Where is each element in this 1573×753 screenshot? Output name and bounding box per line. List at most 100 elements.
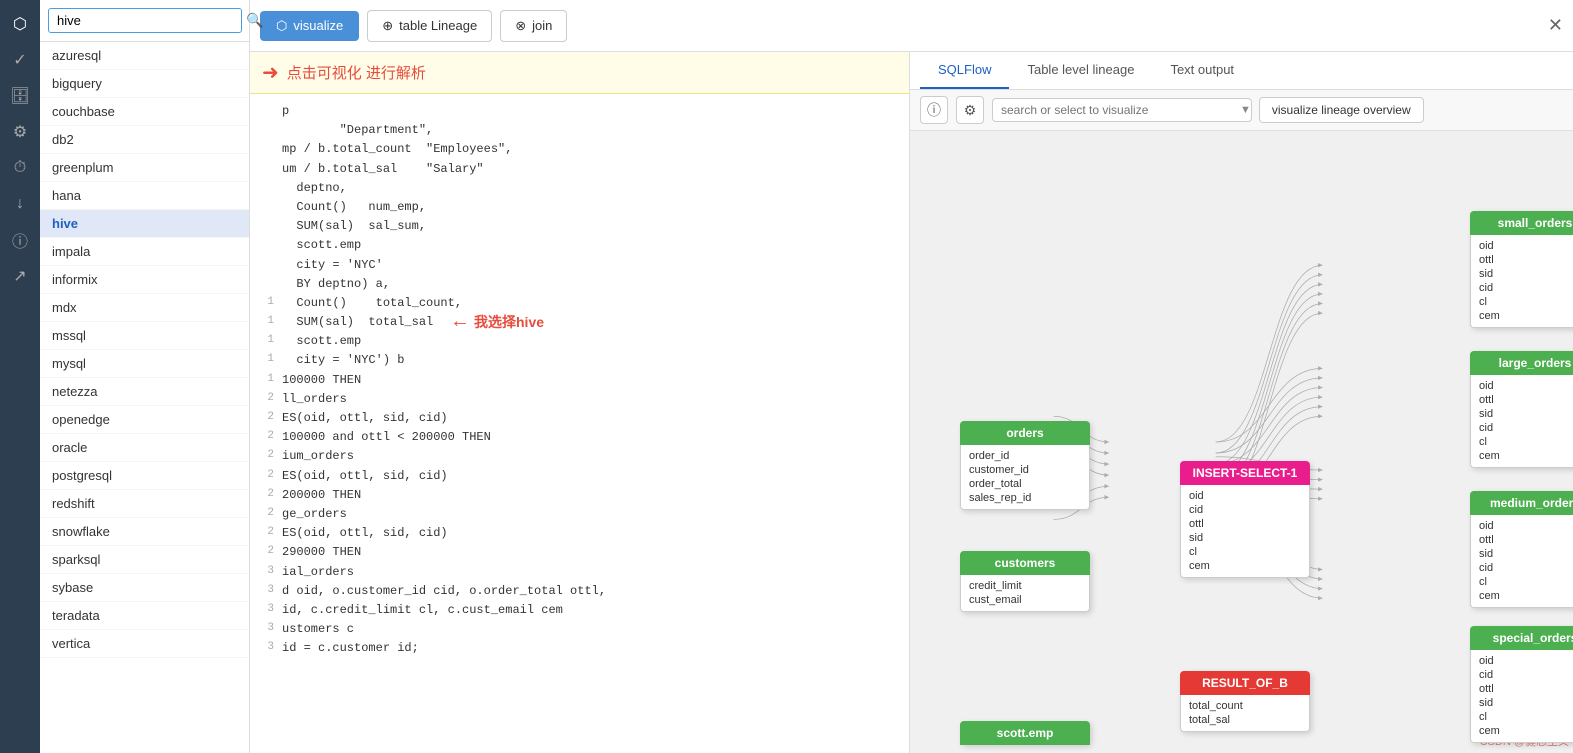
dialect-item-informix[interactable]: informix (40, 266, 249, 294)
line-number: 2 (254, 409, 282, 428)
sidebar-icons: ⬡ ✓ 🗄 ⚙ ⏱ ↓ ⓘ ↗ (0, 0, 40, 753)
dialect-item-sparksql[interactable]: sparksql (40, 546, 249, 574)
dialect-item-openedge[interactable]: openedge (40, 406, 249, 434)
dialect-item-sybase[interactable]: sybase (40, 574, 249, 602)
line-content: ES(oid, ottl, sid, cid) (282, 467, 448, 486)
sql-line: 3ial_orders (250, 563, 909, 582)
node-body: order_idcustomer_idorder_totalsales_rep_… (960, 445, 1090, 510)
lineage-overview-button[interactable]: visualize lineage overview (1259, 97, 1424, 123)
dialect-item-greenplum[interactable]: greenplum (40, 154, 249, 182)
node-body: oidottlsidcidclcem (1470, 375, 1573, 468)
node-field: oid (1479, 379, 1573, 393)
editor-right-split: ➜ 点击可视化 进行解析 p "Department",mp / b.total… (250, 52, 1573, 753)
dialect-item-mssql[interactable]: mssql (40, 322, 249, 350)
table-lineage-button[interactable]: ⊕ table Lineage (367, 10, 492, 42)
line-number (254, 160, 282, 179)
node-header: scott.emp (960, 721, 1090, 745)
node-header: RESULT_OF_B (1180, 671, 1310, 695)
line-number: 1 (254, 351, 282, 370)
dialect-item-hana[interactable]: hana (40, 182, 249, 210)
check-icon[interactable]: ✓ (4, 44, 36, 76)
node-header: customers (960, 551, 1090, 575)
dialect-item-couchbase[interactable]: couchbase (40, 98, 249, 126)
search-icon[interactable]: 🔍 (246, 12, 263, 29)
dialect-item-vertica[interactable]: vertica (40, 630, 249, 658)
lineage-node-insert-select-1[interactable]: INSERT-SELECT-1oidcidottlsidclcem (1180, 461, 1310, 578)
info-icon-btn[interactable]: ⓘ (920, 96, 948, 124)
line-number: 3 (254, 563, 282, 582)
sql-line: 2ium_orders (250, 447, 909, 466)
lineage-node-small-orders[interactable]: small_ordersoidottlsidcidclcem (1470, 211, 1573, 328)
line-content: SUM(sal) total_sal (282, 313, 433, 332)
dialect-item-teradata[interactable]: teradata (40, 602, 249, 630)
node-body: oidcidottlsidclcem (1470, 650, 1573, 743)
dialect-item-netezza[interactable]: netezza (40, 378, 249, 406)
tab-table-level-lineage[interactable]: Table level lineage (1009, 52, 1152, 89)
search-input[interactable] (48, 8, 242, 33)
line-number: 2 (254, 467, 282, 486)
line-content: 100000 and ottl < 200000 THEN (282, 428, 491, 447)
sql-line: 3d oid, o.customer_id cid, o.order_total… (250, 582, 909, 601)
history-icon[interactable]: ⏱ (4, 152, 36, 184)
lineage-node-special-orders[interactable]: special_ordersoidcidottlsidclcem (1470, 626, 1573, 743)
tab-text-output[interactable]: Text output (1152, 52, 1252, 89)
dialect-item-impala[interactable]: impala (40, 238, 249, 266)
line-number: 1 (254, 294, 282, 313)
table-lineage-icon: ⊕ (382, 18, 393, 34)
line-content: id = c.customer id; (282, 639, 419, 658)
share-icon[interactable]: ↗ (4, 260, 36, 292)
tab-sqlflow[interactable]: SQLFlow (920, 52, 1009, 89)
sql-line: um / b.total_sal "Salary" (250, 160, 909, 179)
arrow-icon: ➜ (262, 60, 279, 85)
logo-icon[interactable]: ⬡ (4, 8, 36, 40)
line-content: city = 'NYC' (282, 256, 383, 275)
sql-line: 1 scott.emp (250, 332, 909, 351)
node-field: sid (1479, 696, 1573, 710)
line-number: 2 (254, 543, 282, 562)
gear-icon[interactable]: ⚙ (4, 116, 36, 148)
info-icon[interactable]: ⓘ (4, 224, 36, 256)
lineage-node-large-orders[interactable]: large_ordersoidottlsidcidclcem (1470, 351, 1573, 468)
visualize-button[interactable]: ⬡ visualize (260, 11, 359, 41)
lineage-node-scott-emp[interactable]: scott.emp (960, 721, 1090, 745)
main-content: ⬡ visualize ⊕ table Lineage ⊗ join ✕ ➜ 点… (250, 0, 1573, 753)
line-content: scott.emp (282, 236, 361, 255)
dialect-item-oracle[interactable]: oracle (40, 434, 249, 462)
dialect-item-bigquery[interactable]: bigquery (40, 70, 249, 98)
dialect-item-mysql[interactable]: mysql (40, 350, 249, 378)
sql-line: Count() num_emp, (250, 198, 909, 217)
sql-line: "Department", (250, 121, 909, 140)
node-body: oidottlsidcidclcem (1470, 235, 1573, 328)
node-field: cid (1479, 668, 1573, 682)
database-icon[interactable]: 🗄 (4, 80, 36, 112)
search-bar: 🔍 (40, 0, 249, 42)
node-field: cl (1479, 710, 1573, 724)
line-content: 290000 THEN (282, 543, 361, 562)
lineage-search-input[interactable] (992, 98, 1252, 122)
dialect-item-snowflake[interactable]: snowflake (40, 518, 249, 546)
dialect-item-azuresql[interactable]: azuresql (40, 42, 249, 70)
close-button[interactable]: ✕ (1548, 15, 1563, 36)
download-icon[interactable]: ↓ (4, 188, 36, 220)
lineage-node-medium-orders[interactable]: medium_ordersoidottlsidcidclcem (1470, 491, 1573, 608)
dialect-item-db2[interactable]: db2 (40, 126, 249, 154)
dialect-item-hive[interactable]: hive (40, 210, 249, 238)
line-number (254, 275, 282, 294)
dialect-item-redshift[interactable]: redshift (40, 490, 249, 518)
lineage-node-result-of-b[interactable]: RESULT_OF_Btotal_counttotal_sal (1180, 671, 1310, 732)
lineage-node-orders[interactable]: ordersorder_idcustomer_idorder_totalsale… (960, 421, 1090, 510)
node-body: oidottlsidcidclcem (1470, 515, 1573, 608)
right-tabs: SQLFlowTable level lineageText output (910, 52, 1573, 90)
dialect-item-postgresql[interactable]: postgresql (40, 462, 249, 490)
settings-icon-btn[interactable]: ⚙ (956, 96, 984, 124)
node-field: cem (1479, 309, 1573, 323)
sql-line: 3ustomers c (250, 620, 909, 639)
line-content: deptno, (282, 179, 347, 198)
lineage-node-customers[interactable]: customerscredit_limitcust_email (960, 551, 1090, 612)
sql-editor[interactable]: p "Department",mp / b.total_count "Emplo… (250, 94, 909, 750)
line-number (254, 236, 282, 255)
node-field: cem (1189, 559, 1301, 573)
line-number (254, 256, 282, 275)
join-button[interactable]: ⊗ join (500, 10, 567, 42)
dialect-item-mdx[interactable]: mdx (40, 294, 249, 322)
